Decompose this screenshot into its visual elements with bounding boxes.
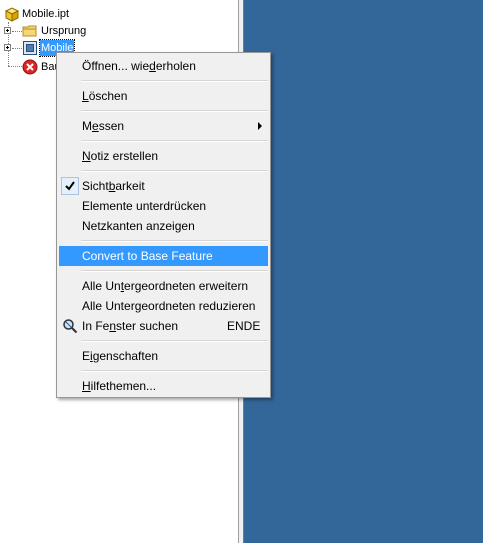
solid-body-icon <box>22 40 38 56</box>
menu-separator <box>81 80 268 82</box>
label-mnemonic: N <box>82 149 91 163</box>
menu-item-label: In Fenster suchen <box>82 316 178 336</box>
label-mnemonic: e <box>92 119 99 133</box>
tree-line <box>12 31 22 32</box>
menu-separator <box>81 140 268 142</box>
menu-item-label: Netzkanten anzeigen <box>82 216 195 236</box>
menu-item-label: Convert to Base Feature <box>82 246 213 266</box>
label-part: arkeit <box>115 179 145 193</box>
menu-separator <box>81 370 268 372</box>
submenu-arrow-icon <box>258 122 262 130</box>
menu-item-collapse-all-children[interactable]: Alle Untergeordneten reduzieren <box>59 296 268 316</box>
tree-line <box>12 48 22 49</box>
label-part: genschaften <box>92 349 159 363</box>
menu-separator <box>81 170 268 172</box>
label-part: eordneten reduzieren <box>141 299 256 313</box>
label-mnemonic: L <box>82 89 89 103</box>
label-part: ergeordneten erweitern <box>124 279 249 293</box>
menu-item-suppress-features[interactable]: Elemente unterdrücken <box>59 196 268 216</box>
label-part: M <box>82 119 92 133</box>
menu-separator <box>81 270 268 272</box>
graphics-canvas[interactable] <box>244 0 483 543</box>
label-part: Convert to Base Feature <box>82 249 213 263</box>
menu-item-show-mesh-edges[interactable]: Netzkanten anzeigen <box>59 216 268 236</box>
label-part: Sicht <box>82 179 109 193</box>
expand-toggle[interactable] <box>4 44 11 51</box>
label-part: Öffnen... wie <box>82 59 150 73</box>
menu-item-label: Löschen <box>82 86 127 106</box>
menu-item-properties[interactable]: Eigenschaften <box>59 346 268 366</box>
label-part: erholen <box>155 59 196 73</box>
expand-toggle[interactable] <box>4 27 11 34</box>
menu-item-label: Eigenschaften <box>82 346 158 366</box>
menu-item-open-repeat[interactable]: Öffnen... wiederholen <box>59 56 268 76</box>
label-part: Alle Un <box>82 279 121 293</box>
folder-icon <box>22 23 38 39</box>
menu-item-visibility[interactable]: Sichtbarkeit <box>59 176 268 196</box>
menu-item-find-in-window[interactable]: In Fenster suchen ENDE <box>59 316 268 336</box>
label-part: E <box>82 349 91 363</box>
menu-item-expand-all-children[interactable]: Alle Untergeordneten erweitern <box>59 276 268 296</box>
menu-item-create-note[interactable]: Notiz erstellen <box>59 146 268 166</box>
label-part: ssen <box>98 119 125 133</box>
tree-line <box>8 66 22 67</box>
menu-separator <box>81 110 268 112</box>
menu-item-convert-to-base-feature[interactable]: Convert to Base Feature <box>59 246 268 266</box>
menu-item-label: Notiz erstellen <box>82 146 158 166</box>
context-menu: Öffnen... wiederholen Löschen Messen Not… <box>56 52 271 398</box>
label-part: ilfethemen... <box>90 379 157 393</box>
menu-item-label: Messen <box>82 116 124 136</box>
menu-item-delete[interactable]: Löschen <box>59 86 268 106</box>
tree-root-label: Mobile.ipt <box>22 8 70 20</box>
menu-item-shortcut: ENDE <box>227 319 261 333</box>
menu-item-label: Alle Untergeordneten reduzieren <box>82 296 255 316</box>
magnifier-icon <box>62 318 78 334</box>
tree-item-ursprung[interactable]: Ursprung <box>22 23 142 39</box>
label-part: Netzkanten anzeigen <box>82 219 195 233</box>
checkmark-icon <box>61 177 79 195</box>
part-cube-icon <box>4 6 20 22</box>
menu-item-measure[interactable]: Messen <box>59 116 268 136</box>
menu-item-label: Alle Untergeordneten erweitern <box>82 276 248 296</box>
menu-item-label: Elemente unterdrücken <box>82 196 206 216</box>
menu-item-help-topics[interactable]: Hilfethemen... <box>59 376 268 396</box>
menu-item-label: Sichtbarkeit <box>82 176 145 196</box>
menu-separator <box>81 240 268 242</box>
label-part: In Fe <box>82 319 110 333</box>
tree-root[interactable]: Mobile.ipt <box>2 6 122 22</box>
label-part: öschen <box>88 89 128 103</box>
label-part: Elemente unterdrücken <box>82 199 207 213</box>
error-circle-icon <box>22 59 38 75</box>
menu-separator <box>81 340 268 342</box>
label-mnemonic: d <box>149 59 156 73</box>
menu-item-label: Öffnen... wiederholen <box>82 56 196 76</box>
label-part: Alle Unter <box>82 299 135 313</box>
label-mnemonic: H <box>82 379 91 393</box>
tree-item-label: Ursprung <box>41 25 87 37</box>
label-part: otiz erstellen <box>90 149 159 163</box>
label-part: ster suchen <box>116 319 179 333</box>
menu-item-label: Hilfethemen... <box>82 376 156 396</box>
